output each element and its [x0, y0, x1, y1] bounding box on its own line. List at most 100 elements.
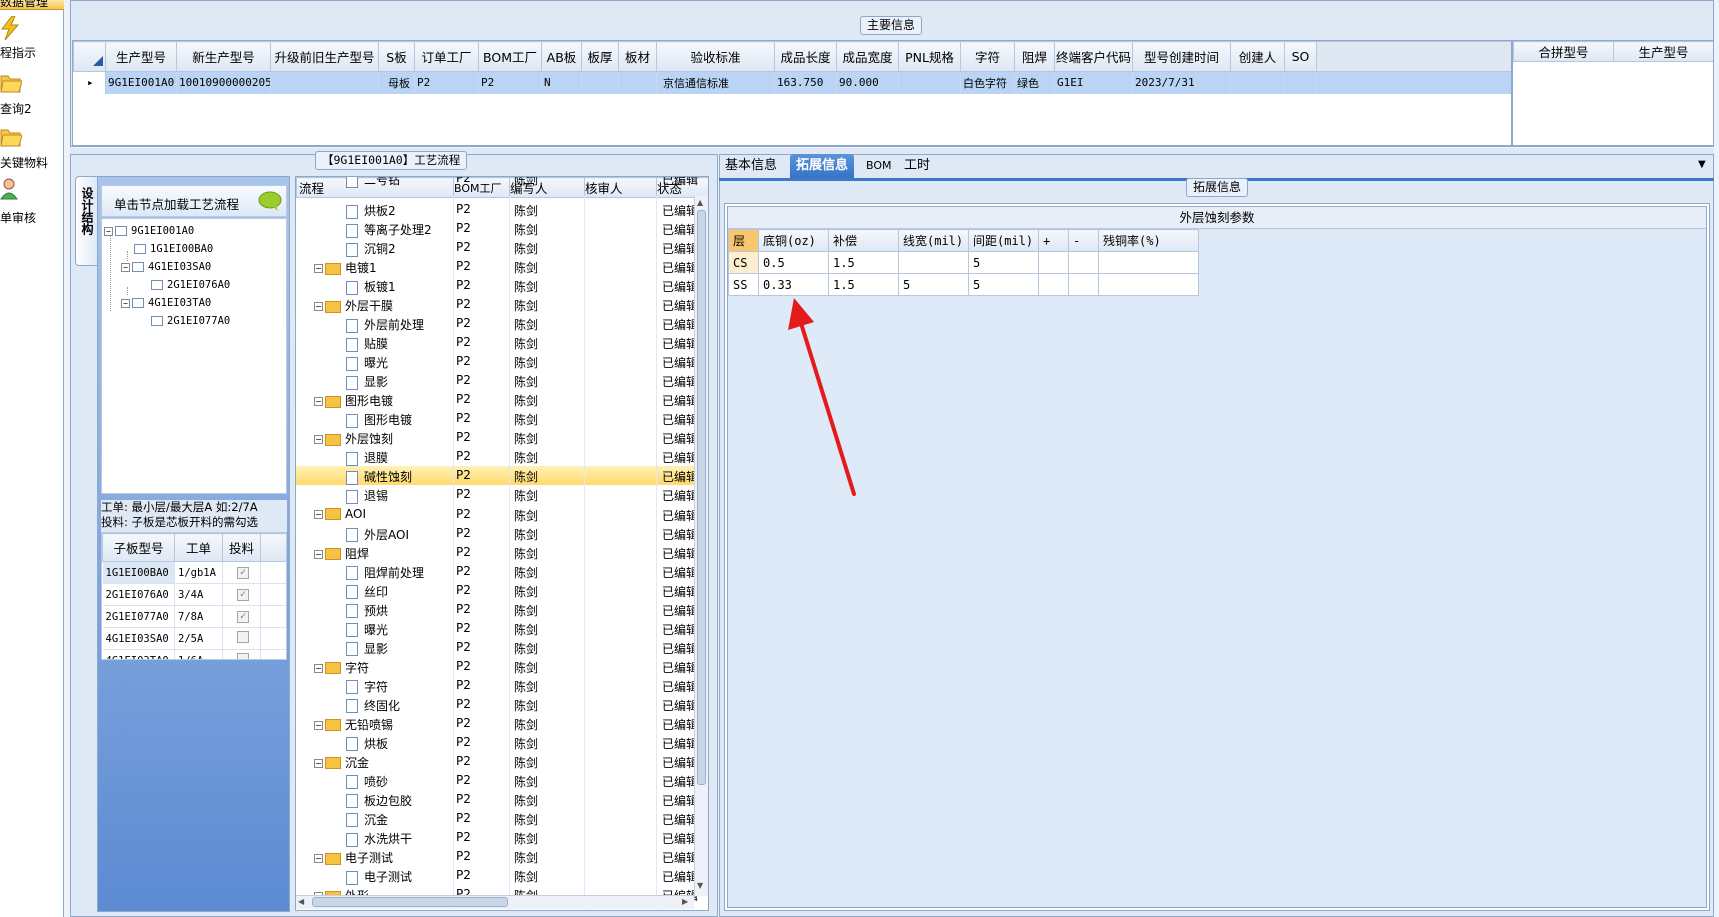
nav-item-process-guide[interactable]: 程指示: [0, 16, 64, 66]
column-header[interactable]: 子板型号: [102, 533, 175, 562]
column-header[interactable]: 底铜(oz): [758, 229, 829, 252]
process-row[interactable]: 烘板2 P2 陈剑 已编辑: [296, 200, 698, 219]
checkbox[interactable]: ✓: [237, 611, 249, 623]
collapse-icon[interactable]: −: [314, 397, 323, 407]
process-row[interactable]: 板边包胶 P2 陈剑 已编辑: [296, 790, 698, 809]
scroll-left-icon[interactable]: ◀: [298, 897, 304, 906]
process-row[interactable]: 外层AOI P2 陈剑 已编辑: [296, 524, 698, 543]
column-header[interactable]: 合拼型号: [1513, 41, 1614, 62]
column-header[interactable]: 板厚: [581, 41, 619, 72]
process-row[interactable]: 烘板 P2 陈剑 已编辑: [296, 733, 698, 752]
process-row[interactable]: 显影 P2 陈剑 已编辑: [296, 371, 698, 390]
column-header[interactable]: 字符: [960, 41, 1015, 72]
scroll-up-icon[interactable]: ▲: [697, 198, 703, 207]
checkbox[interactable]: ✓: [237, 567, 249, 579]
tree-node[interactable]: 1G1EI00BA0: [134, 243, 213, 255]
table-cell[interactable]: 1/6A: [174, 649, 223, 659]
table-row[interactable]: 2G1EI077A0 7/8A ✓: [102, 605, 286, 628]
dropdown-arrow-icon[interactable]: ▼: [1698, 159, 1706, 170]
checkbox[interactable]: [151, 280, 163, 290]
table-row[interactable]: CS 0.5 1.5 5: [728, 251, 1199, 274]
table-cell[interactable]: 2G1EI077A0: [102, 605, 175, 628]
collapse-icon[interactable]: −: [314, 758, 323, 768]
table-cell[interactable]: 163.750: [774, 71, 837, 94]
table-row[interactable]: ▸ 9G1EI001A0 10010900000205 母板 P2 P2 N 京…: [73, 71, 1511, 94]
table-cell[interactable]: 1/gb1A: [174, 561, 223, 584]
tab-extended-info[interactable]: 拓展信息: [790, 154, 855, 178]
table-cell[interactable]: [1098, 251, 1199, 274]
collapse-icon[interactable]: −: [104, 226, 113, 236]
column-header[interactable]: -: [1068, 229, 1099, 252]
checkbox[interactable]: [115, 226, 127, 236]
table-cell[interactable]: [1098, 273, 1199, 296]
table-cell[interactable]: 5: [898, 273, 969, 296]
table-row[interactable]: 4G1EI03TA01/6A: [102, 649, 286, 659]
tree-node[interactable]: − 9G1EI001A0: [104, 225, 194, 237]
column-header[interactable]: 升级前旧生产型号: [270, 41, 379, 72]
table-cell[interactable]: 京信通信标准: [656, 71, 775, 94]
table-cell[interactable]: 绿色: [1014, 71, 1055, 94]
table-cell[interactable]: 5: [968, 273, 1039, 296]
collapse-icon[interactable]: −: [314, 509, 323, 519]
process-row[interactable]: 贴膜 P2 陈剑 已编辑: [296, 333, 698, 352]
process-row[interactable]: − 字符 P2 陈剑 已编辑: [296, 657, 698, 676]
checkbox[interactable]: [151, 316, 163, 326]
process-row[interactable]: 板镀1 P2 陈剑 已编辑: [296, 276, 698, 295]
table-cell[interactable]: N: [541, 71, 582, 94]
table-cell[interactable]: [1068, 273, 1099, 296]
table-cell[interactable]: 7/8A: [174, 605, 223, 628]
column-header[interactable]: 层: [728, 229, 759, 252]
checkbox[interactable]: [237, 631, 249, 643]
table-cell[interactable]: 4G1EI03SA0: [102, 627, 175, 650]
table-cell[interactable]: 2/5A: [174, 627, 223, 650]
process-row[interactable]: 沉铜2 P2 陈剑 已编辑: [296, 238, 698, 257]
table-cell[interactable]: 母板: [378, 71, 415, 94]
table-cell[interactable]: [1038, 251, 1069, 274]
scroll-right-icon[interactable]: ▶: [682, 897, 688, 906]
table-cell[interactable]: P2: [414, 71, 479, 94]
process-row[interactable]: 曝光 P2 陈剑 已编辑: [296, 352, 698, 371]
checkbox[interactable]: [237, 653, 249, 659]
table-cell[interactable]: 3/4A: [174, 583, 223, 606]
collapse-icon[interactable]: −: [314, 302, 323, 312]
nav-item-data-management[interactable]: 数据管理: [0, 0, 64, 10]
process-row[interactable]: − 阻焊 P2 陈剑 已编辑: [296, 543, 698, 562]
process-row[interactable]: 退锡 P2 陈剑 已编辑: [296, 485, 698, 504]
row-header-corner[interactable]: [73, 41, 106, 72]
table-row[interactable]: 2G1EI076A0 3/4A ✓: [102, 583, 286, 606]
table-cell[interactable]: G1EI: [1054, 71, 1133, 94]
table-cell[interactable]: 0.5: [758, 251, 829, 274]
process-row[interactable]: 曝光 P2 陈剑 已编辑: [296, 619, 698, 638]
checkbox[interactable]: [132, 262, 144, 272]
table-cell[interactable]: P2: [478, 71, 542, 94]
table-cell[interactable]: [1068, 251, 1099, 274]
column-header[interactable]: 生产型号: [1613, 41, 1713, 62]
process-row[interactable]: − 外层干膜 P2 陈剑 已编辑: [296, 295, 698, 314]
process-row[interactable]: 显影 P2 陈剑 已编辑: [296, 638, 698, 657]
column-header[interactable]: 板材: [618, 41, 657, 72]
speech-bubble-icon[interactable]: [258, 191, 282, 211]
process-row[interactable]: 字符 P2 陈剑 已编辑: [296, 676, 698, 695]
checkbox[interactable]: ✓: [237, 589, 249, 601]
process-row[interactable]: 电子测试 P2 陈剑 已编辑: [296, 866, 698, 885]
nav-item-order-review[interactable]: 单审核: [0, 177, 64, 227]
process-row[interactable]: − 图形电镀 P2 陈剑 已编辑: [296, 390, 698, 409]
tree-node[interactable]: 2G1EI077A0: [151, 315, 230, 327]
nav-item-query2[interactable]: 查询2: [0, 70, 64, 120]
collapse-icon[interactable]: −: [314, 549, 323, 559]
column-header[interactable]: SO: [1284, 41, 1317, 72]
table-cell[interactable]: 1G1EI00BA0: [102, 561, 175, 584]
process-row[interactable]: 沉金 P2 陈剑 已编辑: [296, 809, 698, 828]
process-row[interactable]: − 电子测试 P2 陈剑 已编辑: [296, 847, 698, 866]
process-row[interactable]: 退膜 P2 陈剑 已编辑: [296, 447, 698, 466]
table-cell[interactable]: CS: [728, 251, 759, 274]
column-header[interactable]: 创建人: [1230, 41, 1285, 72]
table-cell[interactable]: 10010900000205: [176, 71, 271, 94]
column-header[interactable]: 线宽(mil): [898, 229, 969, 252]
table-cell[interactable]: 4G1EI03TA0: [102, 649, 175, 659]
table-cell[interactable]: 白色字符: [960, 71, 1015, 94]
table-cell[interactable]: 1.5: [828, 251, 899, 274]
table-cell[interactable]: 5: [968, 251, 1039, 274]
process-row[interactable]: − 沉金 P2 陈剑 已编辑: [296, 752, 698, 771]
tree-node[interactable]: 2G1EI076A0: [151, 279, 230, 291]
